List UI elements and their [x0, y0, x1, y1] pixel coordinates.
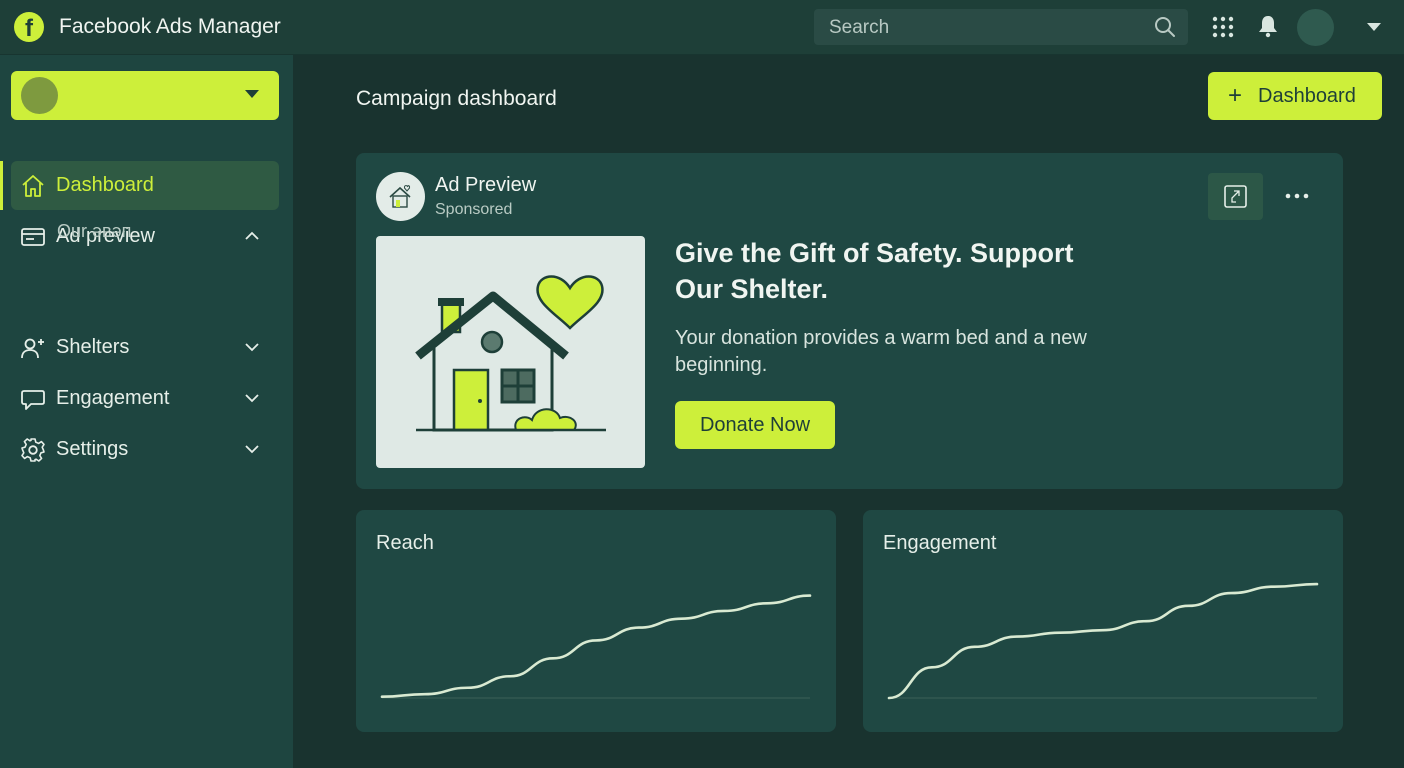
chevron-down-icon[interactable]	[245, 392, 259, 404]
sidebar-item-label: Shelters	[56, 336, 130, 358]
ad-page-name: Ad Preview	[435, 174, 537, 196]
chevron-down-icon[interactable]	[1366, 20, 1382, 34]
sidebar-item-dashboard[interactable]: Dashboard	[11, 161, 279, 210]
page-title: Campaign dashboard	[356, 87, 557, 110]
chart-series-line	[887, 582, 1319, 700]
add-dashboard-button[interactable]: + Dashboard	[1208, 72, 1382, 120]
facebook-logo-icon[interactable]: f	[14, 12, 44, 42]
search-input[interactable]: Search	[814, 9, 1188, 45]
chat-bubble-icon	[21, 390, 45, 410]
bell-icon[interactable]	[1256, 14, 1280, 38]
engagement-chart	[887, 582, 1319, 700]
reach-chart	[380, 594, 812, 699]
app-title: Facebook Ads Manager	[59, 15, 281, 38]
reach-chart-card: Reach	[356, 510, 836, 732]
sidebar-item-shelters[interactable]: Shelters	[11, 323, 279, 372]
chevron-down-icon[interactable]	[245, 341, 259, 353]
house-heart-illustration-icon	[415, 275, 606, 432]
account-selector[interactable]	[11, 71, 279, 120]
active-indicator	[0, 161, 3, 210]
ad-image	[376, 236, 645, 468]
ad-body-text: Your donation provides a warm bed and a …	[675, 327, 1087, 376]
search-placeholder: Search	[829, 17, 890, 38]
sidebar-item-label: Settings	[56, 438, 129, 460]
sidebar-item-ad-preview[interactable]: Ad preview	[11, 212, 279, 261]
sidebar-item-engagement[interactable]: Engagement	[11, 374, 279, 423]
add-dashboard-label: Dashboard	[1258, 85, 1356, 107]
donate-now-label: Donate Now	[699, 414, 811, 436]
sidebar-item-settings[interactable]: Settings	[11, 425, 279, 474]
chart-series-line	[380, 594, 812, 699]
card-icon	[21, 228, 45, 246]
chevron-up-icon[interactable]	[245, 230, 259, 242]
sponsored-label: Sponsored	[435, 201, 513, 218]
home-icon	[22, 175, 44, 197]
caret-down-icon	[245, 90, 259, 98]
page-avatar	[376, 172, 425, 221]
ad-headline: Give the Gift of Safety. Support Our She…	[675, 238, 1074, 304]
chevron-down-icon[interactable]	[245, 443, 259, 455]
expand-icon	[1224, 185, 1247, 208]
plus-icon: +	[1228, 82, 1243, 109]
sidebar-item-label: Dashboard	[56, 174, 154, 196]
search-icon[interactable]	[1154, 16, 1176, 38]
sidebar-item-label: Engagement	[56, 387, 170, 409]
top-bar: f Facebook Ads Manager Search	[0, 0, 1404, 55]
sidebar-subitem[interactable]: Our әвәп	[57, 221, 131, 242]
expand-button[interactable]	[1208, 173, 1263, 220]
add-user-icon	[21, 338, 44, 359]
ad-preview-card: Ad Preview Sponsored Give the Gift of Sa…	[356, 153, 1343, 489]
more-options-icon[interactable]	[1284, 183, 1310, 209]
apps-grid-icon[interactable]	[1212, 16, 1234, 38]
engagement-chart-card: Engagement	[863, 510, 1343, 732]
gear-icon	[21, 438, 45, 462]
donate-now-button[interactable]: Donate Now	[675, 401, 835, 449]
account-avatar	[21, 77, 58, 114]
house-logo-icon	[389, 185, 411, 208]
user-avatar[interactable]	[1297, 9, 1334, 46]
